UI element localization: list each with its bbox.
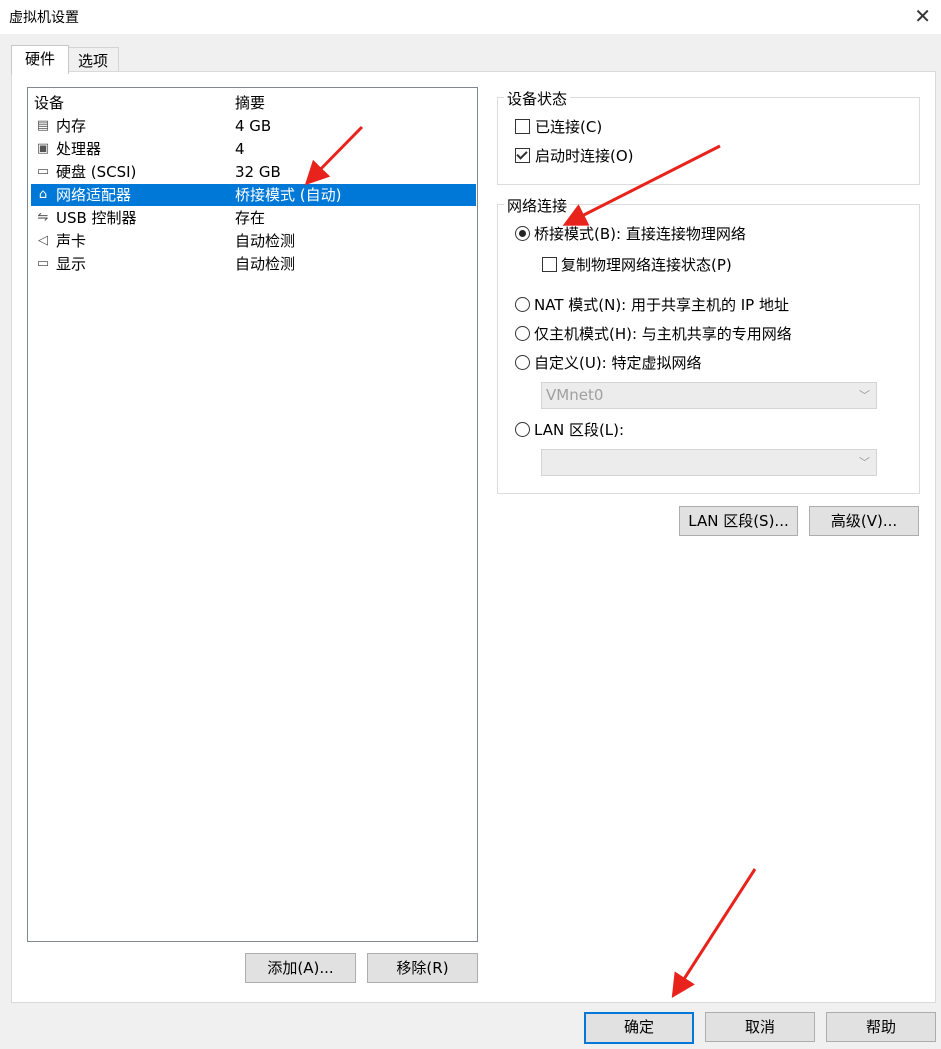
replicate-state-checkbox[interactable] (542, 257, 557, 272)
device-row[interactable]: ▭ 显示 自动检测 (31, 253, 476, 275)
custom-network-value: VMnet0 (546, 386, 604, 404)
help-button[interactable]: 帮助 (826, 1012, 936, 1042)
device-status-group: 设备状态 (497, 88, 920, 185)
device-summary: 自动检测 (235, 255, 296, 273)
device-row[interactable]: ▭ 硬盘 (SCSI) 32 GB (31, 161, 476, 183)
host-only-radio[interactable] (515, 326, 530, 341)
connect-on-power-label: 启动时连接(O) (535, 147, 634, 165)
nat-label: NAT 模式(N): 用于共享主机的 IP 地址 (534, 296, 790, 314)
device-name: 显示 (56, 255, 87, 273)
lan-segments-button[interactable]: LAN 区段(S)... (679, 506, 798, 536)
custom-network-select[interactable]: VMnet0 ﹀ (541, 382, 877, 409)
device-name: 硬盘 (SCSI) (56, 163, 137, 181)
device-summary: 桥接模式 (自动) (235, 186, 342, 204)
tab-options[interactable]: 选项 (67, 47, 119, 72)
network-adapter-icon: ⌂ (38, 187, 48, 202)
chevron-down-icon: ﹀ (859, 456, 870, 469)
hard-disk-icon: ▭ (36, 164, 50, 179)
cancel-button[interactable]: 取消 (705, 1012, 815, 1042)
sound-icon: ◁ (38, 233, 48, 248)
network-connection-title: 网络连接 (504, 195, 571, 216)
memory-icon: ▤ (36, 118, 50, 133)
device-row[interactable]: ⌂ 网络适配器 桥接模式 (自动) (31, 184, 476, 206)
close-icon[interactable]: ✕ (914, 4, 931, 28)
lan-segment-select[interactable]: ﹀ (541, 449, 877, 476)
connect-on-power-checkbox[interactable] (515, 148, 530, 163)
device-summary: 4 (235, 140, 245, 158)
device-name: 内存 (56, 117, 87, 135)
bridged-radio[interactable] (515, 226, 530, 241)
bridged-label: 桥接模式(B): 直接连接物理网络 (534, 225, 746, 243)
device-list[interactable]: 设备 摘要 ▤ 内存 4 GB ▣ 处理器 4 ▭ 硬盘 (SCSI) 32 GB ⌂ 网络适配器 桥… (27, 87, 478, 942)
device-name: 处理器 (56, 140, 102, 158)
device-row[interactable]: ⇋ USB 控制器 存在 (31, 207, 476, 229)
device-summary: 32 GB (235, 163, 281, 181)
usb-icon: ⇋ (37, 210, 49, 225)
processor-icon: ▣ (36, 141, 50, 156)
tab-hardware[interactable]: 硬件 (11, 45, 69, 74)
device-row[interactable]: ▤ 内存 4 GB (31, 115, 476, 137)
column-header-device: 设备 (34, 94, 65, 112)
device-summary: 存在 (235, 209, 266, 227)
chevron-down-icon: ﹀ (859, 389, 870, 402)
custom-label: 自定义(U): 特定虚拟网络 (534, 354, 702, 372)
lan-segment-radio[interactable] (515, 422, 530, 437)
custom-radio[interactable] (515, 355, 530, 370)
nat-radio[interactable] (515, 297, 530, 312)
connected-checkbox[interactable] (515, 119, 530, 134)
replicate-state-label: 复制物理网络连接状态(P) (561, 256, 732, 274)
device-summary: 自动检测 (235, 232, 296, 250)
remove-device-button[interactable]: 移除(R) (367, 953, 478, 983)
device-name: USB 控制器 (56, 209, 137, 227)
ok-button[interactable]: 确定 (584, 1012, 694, 1044)
connected-label: 已连接(C) (535, 118, 603, 136)
device-row[interactable]: ◁ 声卡 自动检测 (31, 230, 476, 252)
device-row[interactable]: ▣ 处理器 4 (31, 138, 476, 160)
device-status-title: 设备状态 (504, 88, 571, 109)
device-summary: 4 GB (235, 117, 272, 135)
window-title: 虚拟机设置 (9, 10, 79, 26)
host-only-label: 仅主机模式(H): 与主机共享的专用网络 (534, 325, 792, 343)
advanced-button[interactable]: 高级(V)... (809, 506, 919, 536)
lan-segment-label: LAN 区段(L): (534, 421, 625, 439)
add-device-button[interactable]: 添加(A)... (245, 953, 356, 983)
display-icon: ▭ (36, 256, 50, 271)
title-bar: 虚拟机设置 ✕ (0, 0, 941, 34)
device-name: 声卡 (56, 232, 87, 250)
column-header-summary: 摘要 (235, 94, 266, 112)
device-name: 网络适配器 (56, 186, 132, 204)
